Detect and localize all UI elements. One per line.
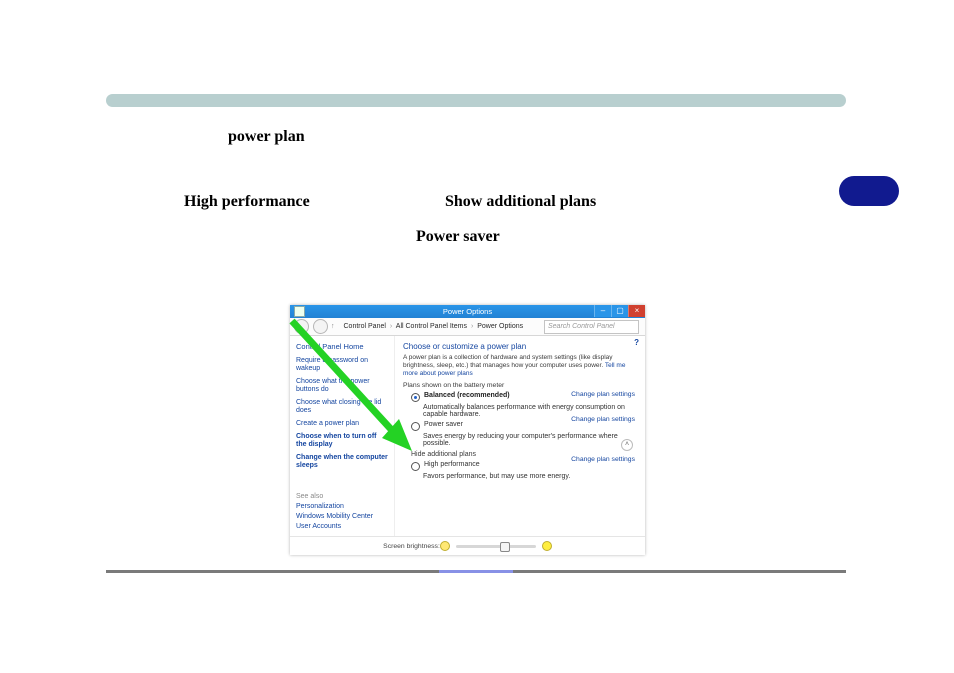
bottom-rule — [106, 570, 846, 573]
plan-high-title: High performance — [424, 461, 480, 468]
sidebar: Control Panel Home Require a password on… — [290, 336, 395, 536]
plan-high-sub: Favors performance, but may use more ene… — [423, 473, 637, 480]
see-also-link[interactable]: User Accounts — [296, 523, 388, 530]
change-plan-settings-link[interactable]: Change plan settings — [571, 416, 635, 423]
sidebar-link[interactable]: Create a power plan — [296, 420, 388, 428]
change-plan-settings-link[interactable]: Change plan settings — [571, 456, 635, 463]
toolbar: ↑ Control Panel › All Control Panel Item… — [290, 318, 645, 336]
nav-back-button[interactable] — [294, 319, 309, 334]
doc-text-power-saver: Power saver — [416, 228, 500, 246]
doc-text-show-additional: Show additional plans — [445, 193, 596, 211]
top-band — [106, 94, 846, 107]
page: power plan High performance Show additio… — [0, 0, 954, 673]
control-panel-home-link[interactable]: Control Panel Home — [296, 342, 388, 351]
chevron-up-icon[interactable]: ˄ — [621, 439, 633, 451]
radio-balanced[interactable] — [411, 393, 420, 402]
main-description: A power plan is a collection of hardware… — [403, 354, 637, 377]
see-also-heading: See also — [296, 493, 388, 500]
sun-dim-icon — [440, 541, 450, 551]
doc-text-power-plan: power plan — [228, 128, 305, 146]
brightness-label: Screen brightness: — [383, 543, 440, 550]
sidebar-link[interactable]: Choose what closing the lid does — [296, 399, 388, 415]
breadcrumb[interactable]: Control Panel › All Control Panel Items … — [344, 323, 524, 330]
desc-text: A power plan is a collection of hardware… — [403, 354, 613, 369]
sun-bright-icon — [542, 541, 552, 551]
breadcrumb-mid: All Control Panel Items — [396, 323, 467, 330]
window-footer: Screen brightness: — [290, 536, 645, 555]
breadcrumb-root: Control Panel — [344, 323, 386, 330]
sidebar-link[interactable]: Choose when to turn off the display — [296, 433, 388, 449]
minimize-button[interactable]: – — [594, 305, 611, 317]
doc-text-high-performance: High performance — [184, 193, 310, 211]
see-also-link[interactable]: Windows Mobility Center — [296, 513, 388, 520]
sidebar-link[interactable]: Choose what the power buttons do — [296, 378, 388, 394]
main-pane: ? Choose or customize a power plan A pow… — [395, 336, 645, 536]
titlebar: Power Options – ▢ × — [290, 305, 645, 318]
sidebar-link[interactable]: Change when the computer sleeps — [296, 454, 388, 470]
plan-saver-sub: Saves energy by reducing your computer's… — [423, 433, 637, 447]
change-plan-settings-link[interactable]: Change plan settings — [571, 391, 635, 398]
radio-power-saver[interactable] — [411, 422, 420, 431]
power-options-window: Power Options – ▢ × ↑ Control Panel › Al… — [290, 305, 645, 555]
window-buttons: – ▢ × — [594, 305, 645, 317]
radio-high-performance[interactable] — [411, 462, 420, 471]
search-input[interactable]: Search Control Panel — [544, 320, 639, 334]
plan-balanced-title: Balanced (recommended) — [424, 392, 510, 399]
brightness-slider[interactable] — [456, 545, 536, 548]
see-also-link[interactable]: Personalization — [296, 503, 388, 510]
side-pill — [839, 176, 899, 206]
nav-forward-button[interactable] — [313, 319, 328, 334]
section-label: Plans shown on the battery meter — [403, 382, 637, 389]
help-icon[interactable]: ? — [634, 338, 639, 347]
maximize-button[interactable]: ▢ — [611, 305, 628, 317]
up-icon[interactable]: ↑ — [331, 323, 335, 330]
plan-saver-title: Power saver — [424, 421, 463, 428]
sidebar-link[interactable]: Require a password on wakeup — [296, 357, 388, 373]
window-title: Power Options — [443, 307, 492, 316]
breadcrumb-leaf: Power Options — [477, 323, 523, 330]
window-icon — [294, 306, 305, 317]
main-heading: Choose or customize a power plan — [403, 342, 637, 351]
window-body: Control Panel Home Require a password on… — [290, 336, 645, 536]
close-button[interactable]: × — [628, 305, 645, 317]
